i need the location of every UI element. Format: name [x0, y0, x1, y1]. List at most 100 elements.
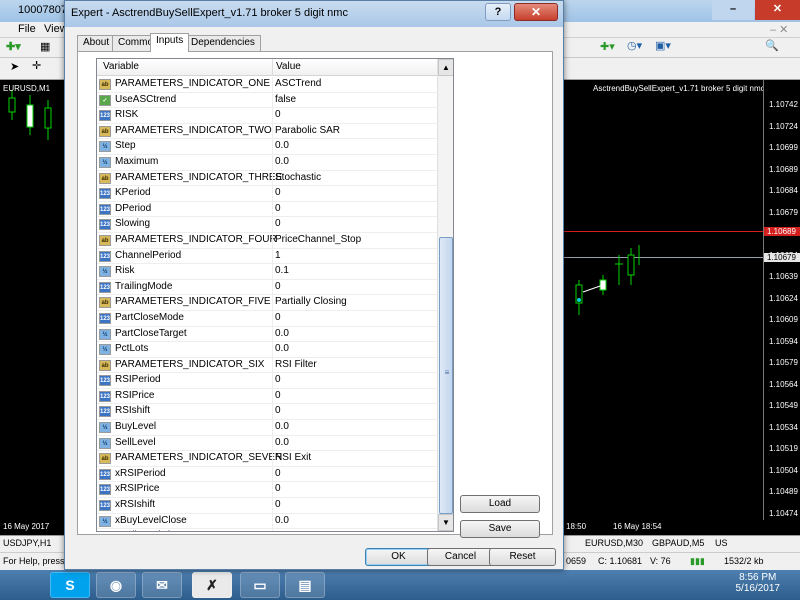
- vertical-scrollbar[interactable]: ▲ ≡ ▼: [437, 59, 453, 531]
- input-value[interactable]: 0: [275, 312, 281, 323]
- input-value[interactable]: Parabolic SAR: [275, 125, 340, 136]
- help-button[interactable]: ?: [485, 3, 511, 21]
- input-row[interactable]: ab PARAMETERS_INDICATOR_TWO Parabolic SAR: [97, 123, 437, 140]
- input-row[interactable]: 123 TrailingMode 0: [97, 279, 437, 296]
- reset-button[interactable]: Reset: [489, 548, 556, 566]
- dialog-close-button[interactable]: ✕: [514, 3, 558, 21]
- input-row[interactable]: ½ SellLevel 0.0: [97, 435, 437, 452]
- input-row[interactable]: ½ PctLots 0.0: [97, 342, 437, 358]
- scroll-up-icon[interactable]: ▲: [438, 59, 453, 76]
- column-divider[interactable]: [272, 59, 273, 76]
- menu-file[interactable]: File: [18, 23, 36, 35]
- explorer-icon[interactable]: ▭: [240, 572, 280, 598]
- input-value[interactable]: RSI Filter: [275, 359, 317, 370]
- dialog-titlebar[interactable]: Expert - AsctrendBuySellExpert_v1.71 bro…: [65, 1, 563, 27]
- input-value[interactable]: 0.0: [275, 421, 289, 432]
- ok-button[interactable]: OK: [365, 548, 432, 566]
- new-order-icon[interactable]: ✚▾: [6, 40, 21, 53]
- search-icon[interactable]: 🔍: [765, 39, 779, 52]
- periods-icon[interactable]: ◷▾: [627, 39, 642, 52]
- input-value[interactable]: 0.0: [275, 437, 289, 448]
- input-value[interactable]: Partially Closing: [275, 296, 347, 307]
- input-row[interactable]: 123 ChannelPeriod 1: [97, 248, 437, 265]
- column-variable[interactable]: Variable: [103, 61, 139, 72]
- terminal-close-button[interactable]: ✕: [755, 0, 800, 20]
- scroll-thumb[interactable]: ≡: [439, 237, 453, 514]
- input-row[interactable]: ½ BuyLevel 0.0: [97, 420, 437, 436]
- tab-about[interactable]: About: [77, 35, 116, 51]
- input-row[interactable]: ab PARAMETERS_INDICATOR_FOUR PriceChannel_…: [97, 232, 437, 249]
- input-row[interactable]: 123 xRSIPeriod 0: [97, 466, 437, 483]
- input-row[interactable]: 123 xRSIshift 0: [97, 498, 437, 514]
- profiles-icon[interactable]: ▦: [40, 40, 50, 53]
- load-button[interactable]: Load: [460, 495, 540, 513]
- input-value[interactable]: 0: [275, 187, 281, 198]
- cancel-button[interactable]: Cancel: [427, 548, 494, 566]
- input-value[interactable]: 0: [275, 468, 281, 479]
- input-row[interactable]: ab PARAMETERS_INDICATOR_THREE Stochastic: [97, 170, 437, 187]
- input-value[interactable]: 0.0: [275, 156, 289, 167]
- skype-icon[interactable]: S: [50, 572, 90, 598]
- cursor-icon[interactable]: ➤: [10, 60, 19, 73]
- input-row[interactable]: ½ Step 0.0: [97, 139, 437, 155]
- input-value[interactable]: 0: [275, 390, 281, 401]
- input-value[interactable]: Stochastic: [275, 172, 321, 183]
- input-row[interactable]: ab PARAMETERS_INDICATOR_ONE ASCTrend: [97, 77, 437, 93]
- input-row[interactable]: 123 RISK 0: [97, 108, 437, 124]
- input-value[interactable]: 0.0: [275, 140, 289, 151]
- input-value[interactable]: RSI Exit: [275, 452, 311, 463]
- metatrader-icon[interactable]: ✗: [192, 572, 232, 598]
- chrome-icon[interactable]: ◉: [96, 572, 136, 598]
- app-icon[interactable]: ✉: [142, 572, 182, 598]
- column-value[interactable]: Value: [276, 61, 301, 72]
- input-row[interactable]: 123 PartCloseMode 0: [97, 310, 437, 327]
- input-value[interactable]: 0: [275, 374, 281, 385]
- input-value[interactable]: 0.1: [275, 265, 289, 276]
- input-value[interactable]: 0.0: [275, 530, 289, 531]
- chart-tab-gbpaud[interactable]: GBPAUD,M5: [652, 538, 704, 548]
- input-row[interactable]: ½ xBuyLevelClose 0.0: [97, 513, 437, 530]
- chart-left-portion[interactable]: EURUSD,M1: [0, 80, 65, 520]
- input-row[interactable]: 123 KPeriod 0: [97, 186, 437, 202]
- save-button[interactable]: Save: [460, 520, 540, 538]
- input-value[interactable]: 0: [275, 499, 281, 510]
- input-value[interactable]: 0: [275, 405, 281, 416]
- input-value[interactable]: ASCTrend: [275, 78, 321, 89]
- tab-inputs[interactable]: Inputs: [150, 33, 190, 52]
- input-row[interactable]: 123 Slowing 0: [97, 217, 437, 233]
- input-row[interactable]: ✓ UseASCtrend false: [97, 92, 437, 109]
- input-row[interactable]: ½ Maximum 0.0: [97, 154, 437, 171]
- input-row[interactable]: ½ Risk 0.1: [97, 264, 437, 280]
- add-indicator-icon[interactable]: ✚▾: [600, 40, 615, 53]
- chart-tab-eurusd-m30[interactable]: EURUSD,M30: [585, 538, 643, 548]
- tab-dependencies[interactable]: Dependencies: [185, 35, 261, 51]
- chart-tab-usdjpy[interactable]: USDJPY,H1: [3, 538, 51, 548]
- input-row[interactable]: ab PARAMETERS_INDICATOR_SEVEN RSI Exit: [97, 451, 437, 467]
- input-value[interactable]: 0: [275, 109, 281, 120]
- input-value[interactable]: 0.0: [275, 343, 289, 354]
- templates-icon[interactable]: ▣▾: [655, 39, 671, 52]
- crosshair-icon[interactable]: ✛: [32, 59, 41, 72]
- input-value[interactable]: 0: [275, 281, 281, 292]
- input-row[interactable]: ab PARAMETERS_INDICATOR_FIVE Partially Clo…: [97, 295, 437, 311]
- input-row[interactable]: ½ xSellLevelClose 0.0: [97, 529, 437, 531]
- input-value[interactable]: 0: [275, 203, 281, 214]
- input-row[interactable]: 123 xRSIPrice 0: [97, 482, 437, 499]
- input-value[interactable]: 1: [275, 250, 281, 261]
- scroll-down-icon[interactable]: ▼: [438, 514, 453, 531]
- input-row[interactable]: 123 DPeriod 0: [97, 201, 437, 218]
- input-value[interactable]: PriceChannel_Stop: [275, 234, 361, 245]
- folder-icon[interactable]: ▤: [285, 572, 325, 598]
- input-value[interactable]: 0: [275, 218, 281, 229]
- clock[interactable]: 8:56 PM 5/16/2017: [736, 572, 781, 594]
- input-value[interactable]: 0: [275, 483, 281, 494]
- input-row[interactable]: 123 RSIPrice 0: [97, 388, 437, 405]
- minimize-button[interactable]: –: [712, 0, 754, 20]
- chart-tab-us[interactable]: US: [715, 538, 728, 548]
- input-value[interactable]: 0.0: [275, 328, 289, 339]
- input-value[interactable]: false: [275, 94, 296, 105]
- mdi-controls[interactable]: – ✕: [770, 23, 788, 36]
- input-value[interactable]: 0.0: [275, 515, 289, 526]
- input-row[interactable]: ab PARAMETERS_INDICATOR_SIX RSI Filter: [97, 357, 437, 374]
- input-row[interactable]: 123 RSIPeriod 0: [97, 373, 437, 389]
